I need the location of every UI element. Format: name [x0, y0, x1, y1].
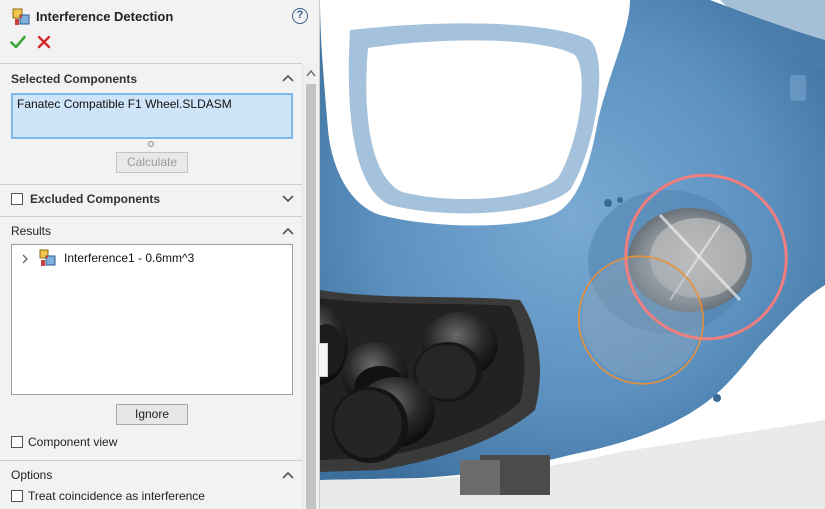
- panel-header: Interference Detection ?: [0, 0, 318, 62]
- excluded-components-checkbox[interactable]: [11, 193, 23, 205]
- divider: [0, 460, 302, 461]
- selected-components-title: Selected Components: [11, 72, 138, 86]
- checkmark-icon[interactable]: [10, 34, 26, 50]
- panel-collapse-handle[interactable]: [318, 343, 328, 377]
- close-icon[interactable]: [37, 35, 51, 49]
- help-icon[interactable]: ?: [292, 8, 308, 24]
- ignore-button[interactable]: Ignore: [116, 404, 188, 425]
- scrollbar-thumb[interactable]: [306, 84, 316, 509]
- results-list[interactable]: Interference1 - 0.6mm^3: [11, 244, 293, 395]
- divider: [0, 216, 302, 217]
- interference-icon: [39, 249, 56, 266]
- calculate-button[interactable]: Calculate: [116, 152, 188, 173]
- selected-components-list[interactable]: Fanatec Compatible F1 Wheel.SLDASM: [11, 93, 293, 139]
- chevron-down-icon[interactable]: [282, 195, 294, 203]
- treat-coincidence-label: Treat coincidence as interference: [28, 489, 205, 503]
- results-title: Results: [11, 224, 52, 238]
- component-view-checkbox[interactable]: [11, 436, 23, 448]
- chevron-right-icon[interactable]: [21, 254, 29, 264]
- treat-coincidence-checkbox[interactable]: [11, 490, 23, 502]
- scroll-up-icon[interactable]: [306, 69, 316, 77]
- selected-component-item[interactable]: Fanatec Compatible F1 Wheel.SLDASM: [17, 97, 287, 111]
- chevron-up-icon[interactable]: [282, 74, 294, 82]
- interference-result-label[interactable]: Interference1 - 0.6mm^3: [64, 251, 194, 265]
- panel-scrollbar[interactable]: [302, 64, 318, 509]
- divider: [0, 63, 302, 64]
- component-view-label: Component view: [28, 435, 118, 449]
- excluded-components-title: Excluded Components: [30, 192, 161, 206]
- interference-detection-icon: [12, 8, 30, 25]
- model-render: [320, 0, 825, 509]
- options-title: Options: [11, 468, 53, 482]
- chevron-up-icon[interactable]: [282, 227, 294, 235]
- divider: [0, 184, 302, 185]
- graphics-viewport[interactable]: [320, 0, 825, 509]
- panel-title: Interference Detection: [36, 9, 174, 24]
- property-manager-panel: Interference Detection ? Selected Compon…: [0, 0, 320, 509]
- chevron-up-icon[interactable]: [282, 471, 294, 479]
- list-resize-handle[interactable]: [148, 141, 154, 147]
